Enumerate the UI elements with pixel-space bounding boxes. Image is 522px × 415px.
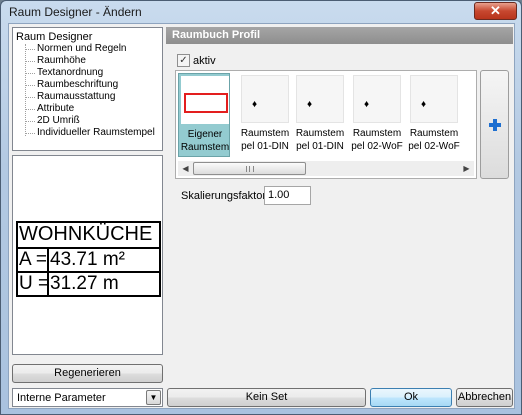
area-key: A =	[19, 249, 49, 271]
close-button[interactable]: ✕	[474, 2, 517, 20]
active-label: aktiv	[193, 55, 216, 67]
grip-icon	[246, 166, 254, 172]
perimeter-row: U = 31.27 m	[18, 271, 159, 295]
gallery-tile[interactable]: ♦ Raumstem pel 02-WoF	[408, 73, 460, 157]
tile-caption: Raumstem pel 01-DIN	[295, 128, 345, 152]
regenerate-button[interactable]: Regenerieren	[12, 364, 163, 383]
settings-tree: Raum Designer Normen und Regeln Raumhöhe…	[12, 27, 163, 151]
title-bar[interactable]: Raum Designer - Ändern ✕	[1, 1, 521, 23]
horizontal-scrollbar[interactable]: ◀ ▶	[178, 161, 474, 176]
dialog-body: Raum Designer Normen und Regeln Raumhöhe…	[8, 23, 515, 409]
scroll-right-icon[interactable]: ▶	[461, 163, 472, 174]
perimeter-key: U =	[19, 273, 50, 295]
scale-label: Skalierungsfaktor :	[181, 190, 273, 202]
tree-connector	[25, 49, 35, 50]
scale-input[interactable]: 1.00	[264, 186, 311, 205]
area-row: A = 43.71 m²	[18, 247, 159, 271]
tree-connector	[25, 73, 35, 74]
stamp-gallery: Eigener Raumstem ♦ Raumstem pel 01-DIN ♦ R…	[175, 70, 477, 179]
tree-item-raumhoehe[interactable]: Raumhöhe	[37, 55, 86, 67]
parameters-value: Interne Parameter	[17, 392, 106, 404]
stamp-preview: WOHNKÜCHE A = 43.71 m² U = 31.27 m	[12, 155, 163, 355]
cancel-button[interactable]: Abbrechen	[456, 388, 513, 407]
gallery-tile[interactable]: ♦ Raumstem pel 01-DIN	[294, 73, 346, 157]
tile-thumbnail	[181, 76, 229, 124]
tree-connector	[25, 61, 35, 62]
tile-thumbnail: ♦	[296, 75, 344, 123]
tile-caption: Eigener Raumstem	[180, 129, 230, 153]
gallery-tile[interactable]: Eigener Raumstem	[178, 73, 230, 157]
area-value: 43.71 m²	[50, 249, 125, 270]
tree-connector	[25, 44, 26, 136]
tree-connector	[25, 133, 35, 134]
add-profile-button[interactable]	[480, 70, 509, 179]
tile-thumbnail: ♦	[410, 75, 458, 123]
tree-connector	[25, 121, 35, 122]
dialog-window: Raum Designer - Ändern ✕ Raum Designer N…	[0, 0, 522, 415]
tree-item-raumausstattung[interactable]: Raumausstattung	[37, 91, 115, 103]
chevron-down-icon[interactable]: ▼	[146, 390, 161, 405]
tree-item-attribute[interactable]: Attribute	[37, 103, 74, 115]
tile-caption: Raumstem pel 02-WoF	[408, 128, 460, 152]
room-name: WOHNKÜCHE	[19, 223, 153, 245]
kein-set-button[interactable]: Kein Set	[167, 388, 366, 407]
stamp-frame-icon	[184, 93, 228, 113]
pin-icon: ♦	[252, 99, 258, 110]
scroll-left-icon[interactable]: ◀	[180, 163, 191, 174]
tree-item-2d-umriss[interactable]: 2D Umriß	[37, 115, 80, 127]
tree-item-textanordnung[interactable]: Textanordnung	[37, 67, 103, 79]
pin-icon: ♦	[421, 99, 427, 110]
tree-connector	[25, 97, 35, 98]
room-stamp: WOHNKÜCHE A = 43.71 m² U = 31.27 m	[16, 221, 161, 297]
tree-item-raumstempel[interactable]: Individueller Raumstempel	[37, 127, 155, 139]
tile-caption: Raumstem pel 01-DIN	[240, 128, 290, 152]
tile-caption: Raumstem pel 02-WoF	[351, 128, 403, 152]
perimeter-value: 31.27 m	[50, 273, 119, 294]
pin-icon: ♦	[307, 99, 313, 110]
tree-connector	[25, 85, 35, 86]
tree-root[interactable]: Raum Designer	[16, 31, 92, 43]
active-checkbox[interactable]: ✓	[177, 54, 190, 67]
tree-item-raumbeschriftung[interactable]: Raumbeschriftung	[37, 79, 118, 91]
tree-connector	[25, 109, 35, 110]
tree-item-normen[interactable]: Normen und Regeln	[37, 43, 127, 55]
ok-button[interactable]: Ok	[370, 388, 452, 407]
pin-icon: ♦	[364, 99, 370, 110]
scrollbar-thumb[interactable]	[193, 162, 306, 175]
section-header: Raumbuch Profil	[166, 27, 513, 44]
window-title: Raum Designer - Ändern	[9, 5, 142, 19]
parameters-select[interactable]: Interne Parameter ▼	[12, 388, 163, 407]
gallery-tile[interactable]: ♦ Raumstem pel 01-DIN	[239, 73, 291, 157]
gallery-tile[interactable]: ♦ Raumstem pel 02-WoF	[351, 73, 403, 157]
tile-thumbnail: ♦	[353, 75, 401, 123]
plus-icon	[489, 119, 501, 131]
tile-thumbnail: ♦	[241, 75, 289, 123]
